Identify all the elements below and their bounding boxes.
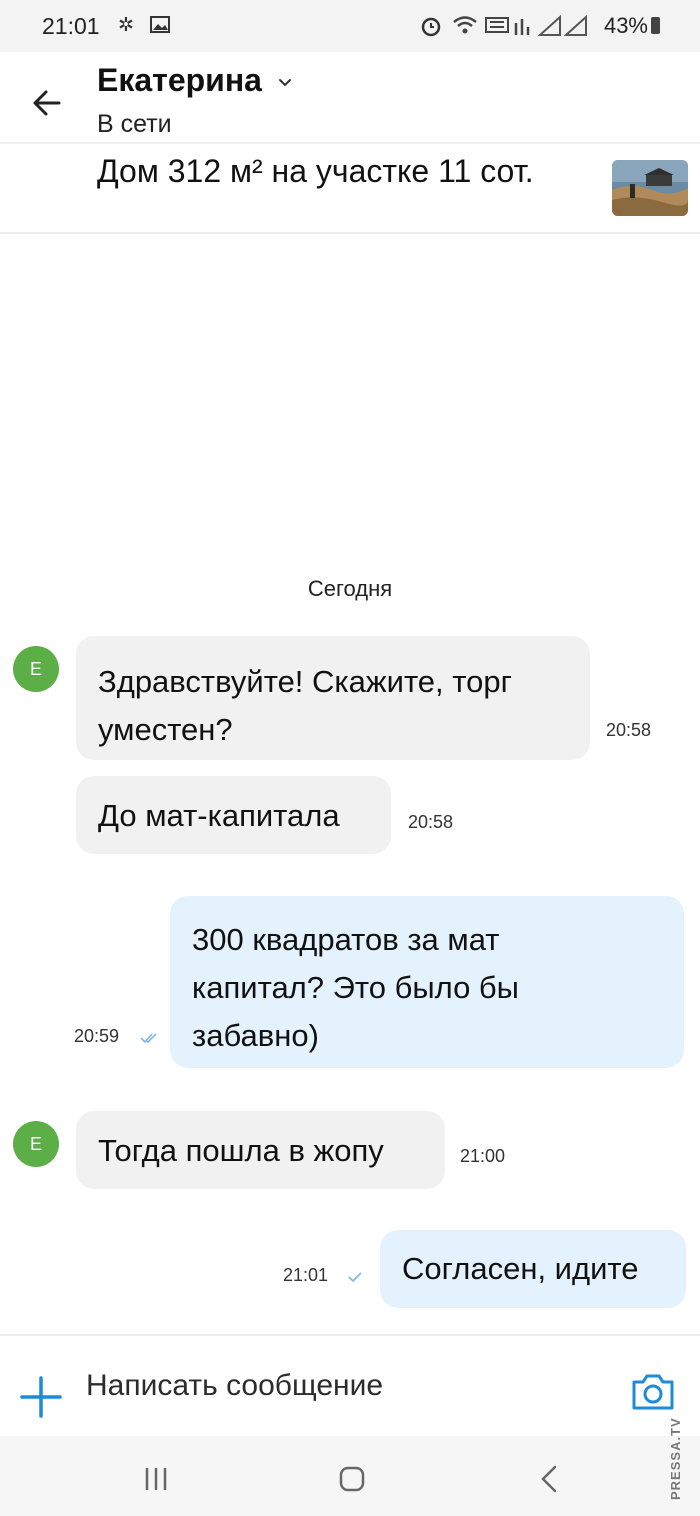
message-text: До мат-капитала: [98, 798, 340, 833]
chat-header: Екатерина В сети Дом 312 м² на участке 1…: [0, 52, 700, 234]
check-icon: [348, 1272, 362, 1283]
listing-thumbnail[interactable]: [612, 160, 688, 216]
listing-title[interactable]: Дом 312 м² на участке 11 сот.: [97, 152, 537, 191]
message-bubble[interactable]: Тогда пошла в жопу: [76, 1111, 445, 1189]
chevron-down-icon[interactable]: [278, 78, 292, 88]
message-text: Тогда пошла в жопу: [98, 1133, 384, 1168]
contact-name[interactable]: Екатерина: [97, 62, 262, 99]
signal-icon: [538, 15, 561, 36]
watermark: PRESSA.TV: [668, 1417, 683, 1500]
message-bubble[interactable]: 300 квадратов за мат капитал? Это было б…: [170, 896, 684, 1068]
message-time: 20:58: [408, 812, 454, 832]
volte-icon: [485, 17, 509, 33]
message-time: 21:01: [283, 1265, 329, 1285]
back-arrow-icon[interactable]: [22, 78, 72, 128]
battery-percentage: 43%: [603, 13, 648, 38]
status-bar: 21:01 ✲ 43%: [0, 0, 700, 52]
message-bubble[interactable]: Здравствуйте! Скажите, торг уместен?: [76, 636, 590, 760]
avatar[interactable]: Е: [13, 1121, 59, 1167]
nav-back-icon[interactable]: [540, 1464, 558, 1494]
message-time: 20:58: [606, 720, 652, 740]
signal-icon: [514, 19, 530, 35]
divider: [0, 142, 700, 144]
image-icon: [150, 16, 170, 33]
recent-apps-icon[interactable]: [143, 1466, 169, 1492]
wifi-icon: [453, 16, 477, 34]
message-composer: [0, 1334, 700, 1434]
camera-icon[interactable]: [630, 1372, 676, 1412]
avatar[interactable]: Е: [13, 646, 59, 692]
signal-icon: [564, 15, 587, 36]
battery-icon: [651, 17, 660, 34]
gear-icon: ✲: [118, 15, 134, 36]
message-time: 20:59: [74, 1026, 120, 1046]
date-separator: Сегодня: [307, 576, 393, 601]
message-time: 21:00: [460, 1146, 506, 1166]
status-time: 21:01: [42, 13, 100, 39]
plus-icon[interactable]: [19, 1375, 63, 1419]
alarm-icon: [421, 17, 441, 37]
message-bubble[interactable]: До мат-капитала: [76, 776, 391, 854]
double-check-icon: [140, 1033, 157, 1044]
message-bubble[interactable]: Согласен, идите: [380, 1230, 686, 1308]
message-text: Здравствуйте! Скажите, торг уместен?: [98, 664, 512, 747]
system-nav-bar: [0, 1436, 700, 1516]
home-icon[interactable]: [339, 1466, 365, 1492]
message-text: Согласен, идите: [402, 1251, 639, 1286]
message-text: 300 квадратов за мат капитал? Это было б…: [192, 922, 519, 1053]
message-input[interactable]: [86, 1364, 586, 1408]
contact-status: В сети: [97, 110, 172, 138]
